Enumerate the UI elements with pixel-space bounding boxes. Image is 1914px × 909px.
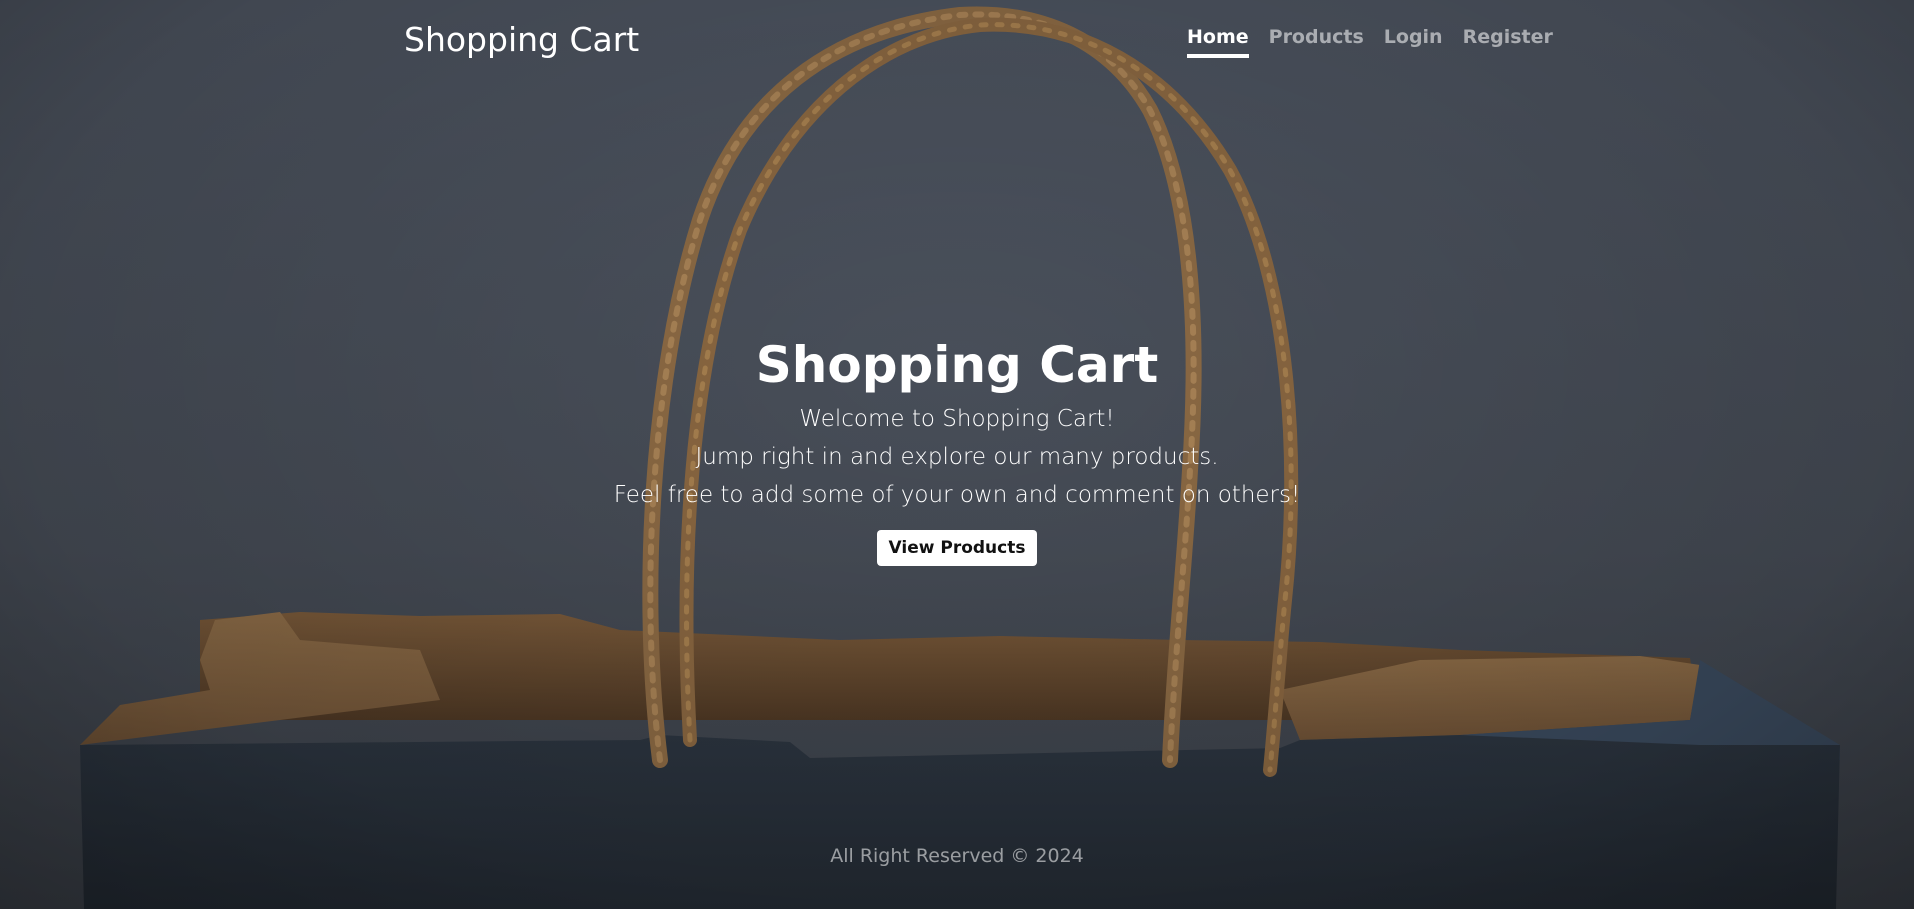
hero-title: Shopping Cart [755,336,1159,394]
nav-link-home[interactable]: Home [1187,26,1249,58]
footer-copyright: All Right Reserved © 2024 [830,845,1084,867]
hero-section: Shopping Cart Welcome to Shopping Cart! … [0,330,1914,566]
nav-links: Home Products Login Register [1187,26,1553,58]
brand-logo[interactable]: Shopping Cart [404,20,639,59]
navbar: Shopping Cart Home Products Login Regist… [0,0,1914,80]
hero-explore-text: Jump right in and explore our many produ… [695,444,1219,470]
view-products-button[interactable]: View Products [876,530,1038,566]
nav-link-login[interactable]: Login [1384,26,1443,58]
hero-contribute-text: Feel free to add some of your own and co… [613,482,1301,508]
nav-link-products[interactable]: Products [1269,26,1364,58]
nav-link-register[interactable]: Register [1463,26,1553,58]
hero-welcome-text: Welcome to Shopping Cart! [799,406,1115,432]
